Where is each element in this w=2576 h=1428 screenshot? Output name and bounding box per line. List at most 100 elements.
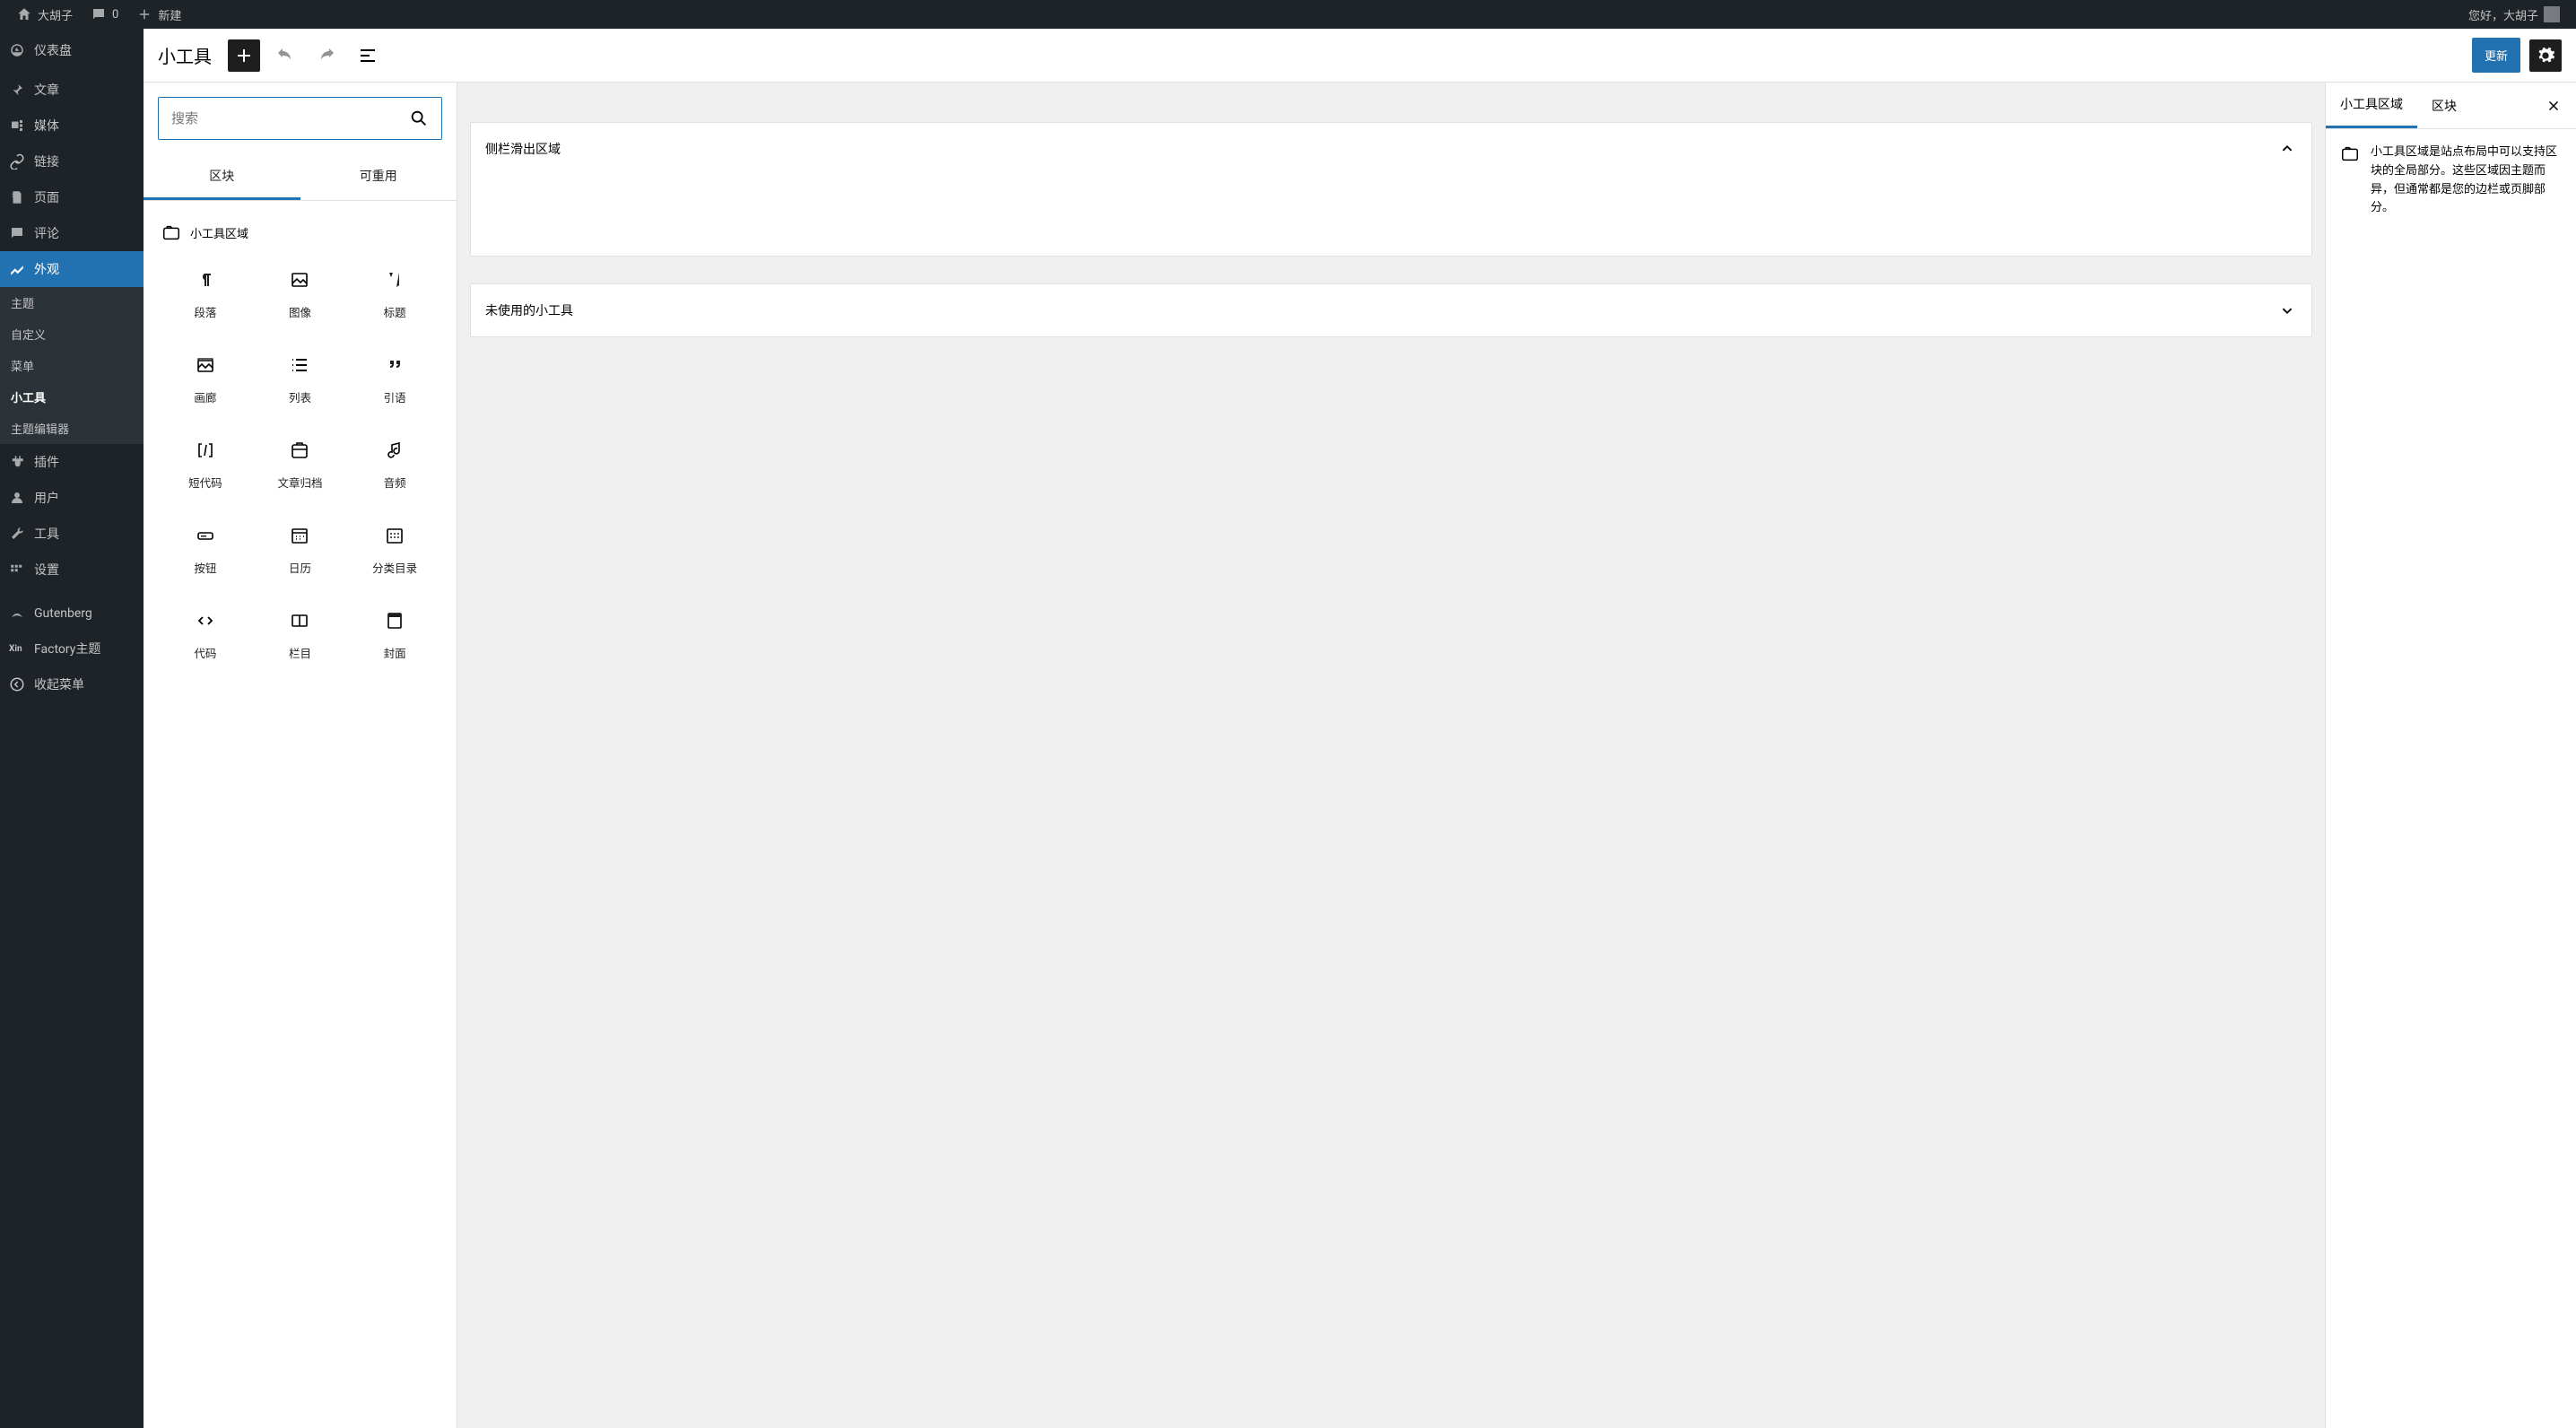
sidebar-appearance[interactable]: 外观 [0, 251, 144, 287]
sidebar-label: 收起菜单 [34, 675, 84, 693]
settings-button[interactable] [2529, 39, 2562, 72]
sidebar-label: 仪表盘 [34, 41, 72, 59]
block-item-label: 代码 [194, 644, 216, 661]
tab-blocks[interactable]: 区块 [144, 154, 300, 200]
sidebar-posts[interactable]: 文章 [0, 72, 144, 108]
search-input[interactable] [171, 110, 409, 126]
adminbar-site[interactable]: 大胡子 [7, 0, 82, 29]
user-icon [9, 490, 25, 506]
block-item-shortcode[interactable]: 短代码 [158, 425, 253, 510]
settings-sidebar: 小工具区域 区块 小工具区域是站点布局中可以支持区块的全局部分。这些区域因主题而… [2325, 83, 2576, 1428]
block-item-columns[interactable]: 栏目 [253, 596, 348, 681]
submenu-widgets[interactable]: 小工具 [0, 381, 144, 413]
update-button[interactable]: 更新 [2472, 38, 2520, 73]
block-item-list[interactable]: 列表 [253, 340, 348, 425]
dashboard-icon [9, 42, 25, 58]
sidebar-tools[interactable]: 工具 [0, 516, 144, 552]
block-item-heading[interactable]: 标题 [347, 255, 442, 340]
block-item-categories[interactable]: 分类目录 [347, 510, 442, 596]
folder-icon [161, 222, 181, 242]
block-item-audio[interactable]: 音频 [347, 425, 442, 510]
block-item-label: 段落 [194, 303, 216, 320]
submenu-theme-editor[interactable]: 主题编辑器 [0, 413, 144, 444]
link-icon [9, 153, 25, 170]
block-item-button[interactable]: 按钮 [158, 510, 253, 596]
add-block-button[interactable] [228, 39, 260, 72]
sidebar-factory[interactable]: XinFactory主题 [0, 631, 144, 666]
sidebar-label: 评论 [34, 224, 59, 242]
brush-icon [9, 261, 25, 277]
sidebar-links[interactable]: 链接 [0, 144, 144, 179]
close-sidebar-button[interactable] [2540, 92, 2567, 119]
tab-block[interactable]: 区块 [2417, 84, 2471, 127]
sliders-icon [9, 562, 25, 578]
block-item-cover[interactable]: 封面 [347, 596, 442, 681]
pin-icon [9, 82, 25, 98]
adminbar-account[interactable]: 您好，大胡子 [2459, 0, 2569, 29]
gallery-icon [195, 354, 216, 376]
adminbar-new[interactable]: 新建 [127, 0, 190, 29]
search-box[interactable] [158, 97, 442, 140]
sidebar-label: 主题编辑器 [11, 420, 69, 437]
block-item-quote[interactable]: 引语 [347, 340, 442, 425]
block-item-paragraph[interactable]: 段落 [158, 255, 253, 340]
submenu-customize[interactable]: 自定义 [0, 318, 144, 350]
sidebar-dashboard[interactable]: 仪表盘 [0, 29, 144, 72]
sidebar-label: 小工具 [11, 388, 46, 405]
block-item-calendar[interactable]: 日历 [253, 510, 348, 596]
sidebar-label: 文章 [34, 81, 59, 99]
widget-area-toggle[interactable]: 未使用的小工具 [471, 284, 2311, 336]
plugin-icon [9, 454, 25, 470]
widget-area-title: 侧栏滑出区域 [485, 140, 561, 158]
sidebar-label: 设置 [34, 561, 59, 579]
tab-widget-area[interactable]: 小工具区域 [2326, 83, 2417, 128]
plus-icon [136, 6, 152, 22]
cover-icon [384, 610, 405, 631]
block-inserter-panel: 区块 可重用 小工具区域 段落图像标题画廊列表引语短代码文章归档音频按钮日历分类… [144, 83, 457, 1428]
block-item-label: 文章归档 [277, 474, 322, 491]
folder-icon [2340, 144, 2360, 163]
block-item-image[interactable]: 图像 [253, 255, 348, 340]
widget-area-body[interactable] [471, 175, 2311, 256]
block-item-label: 封面 [384, 644, 406, 661]
adminbar-comments[interactable]: 0 [82, 0, 127, 29]
widget-area-description: 小工具区域是站点布局中可以支持区块的全局部分。这些区域因主题而异，但通常都是您的… [2371, 144, 2562, 218]
listview-button[interactable] [352, 39, 384, 72]
xin-icon: Xin [9, 644, 25, 654]
sidebar-comments[interactable]: 评论 [0, 215, 144, 251]
block-item-label: 按钮 [194, 559, 216, 576]
undo-button[interactable] [269, 39, 301, 72]
sidebar-label: 菜单 [11, 357, 34, 374]
gear-icon [2536, 46, 2555, 65]
redo-button[interactable] [310, 39, 343, 72]
adminbar-comments-count: 0 [112, 8, 118, 22]
sidebar-label: 工具 [34, 525, 59, 543]
archive-icon [289, 440, 310, 461]
sidebar-pages[interactable]: 页面 [0, 179, 144, 215]
adminbar-site-name: 大胡子 [38, 6, 73, 23]
sidebar-settings[interactable]: 设置 [0, 552, 144, 588]
sidebar-label: 主题 [11, 294, 34, 311]
block-item-label: 音频 [384, 474, 406, 491]
sidebar-media[interactable]: 媒体 [0, 108, 144, 144]
columns-icon [289, 610, 310, 631]
calendar-icon [289, 525, 310, 546]
block-item-gallery[interactable]: 画廊 [158, 340, 253, 425]
admin-sidebar: 仪表盘 文章 媒体 链接 页面 评论 外观 主题 自定义 菜单 小工具 主题编辑… [0, 29, 144, 1428]
comment-icon [9, 225, 25, 241]
submenu-themes[interactable]: 主题 [0, 287, 144, 318]
sidebar-label: 页面 [34, 188, 59, 206]
sidebar-plugins[interactable]: 插件 [0, 444, 144, 480]
sidebar-label: 自定义 [11, 326, 46, 343]
block-item-archive[interactable]: 文章归档 [253, 425, 348, 510]
undo-icon [274, 45, 296, 66]
widget-area-toggle[interactable]: 侧栏滑出区域 [471, 123, 2311, 175]
block-item-code[interactable]: 代码 [158, 596, 253, 681]
sidebar-users[interactable]: 用户 [0, 480, 144, 516]
tab-reusable[interactable]: 可重用 [300, 154, 457, 200]
redo-icon [316, 45, 337, 66]
sidebar-collapse[interactable]: 收起菜单 [0, 666, 144, 702]
submenu-menus[interactable]: 菜单 [0, 350, 144, 381]
listview-icon [357, 45, 379, 66]
sidebar-gutenberg[interactable]: Gutenberg [0, 596, 144, 631]
